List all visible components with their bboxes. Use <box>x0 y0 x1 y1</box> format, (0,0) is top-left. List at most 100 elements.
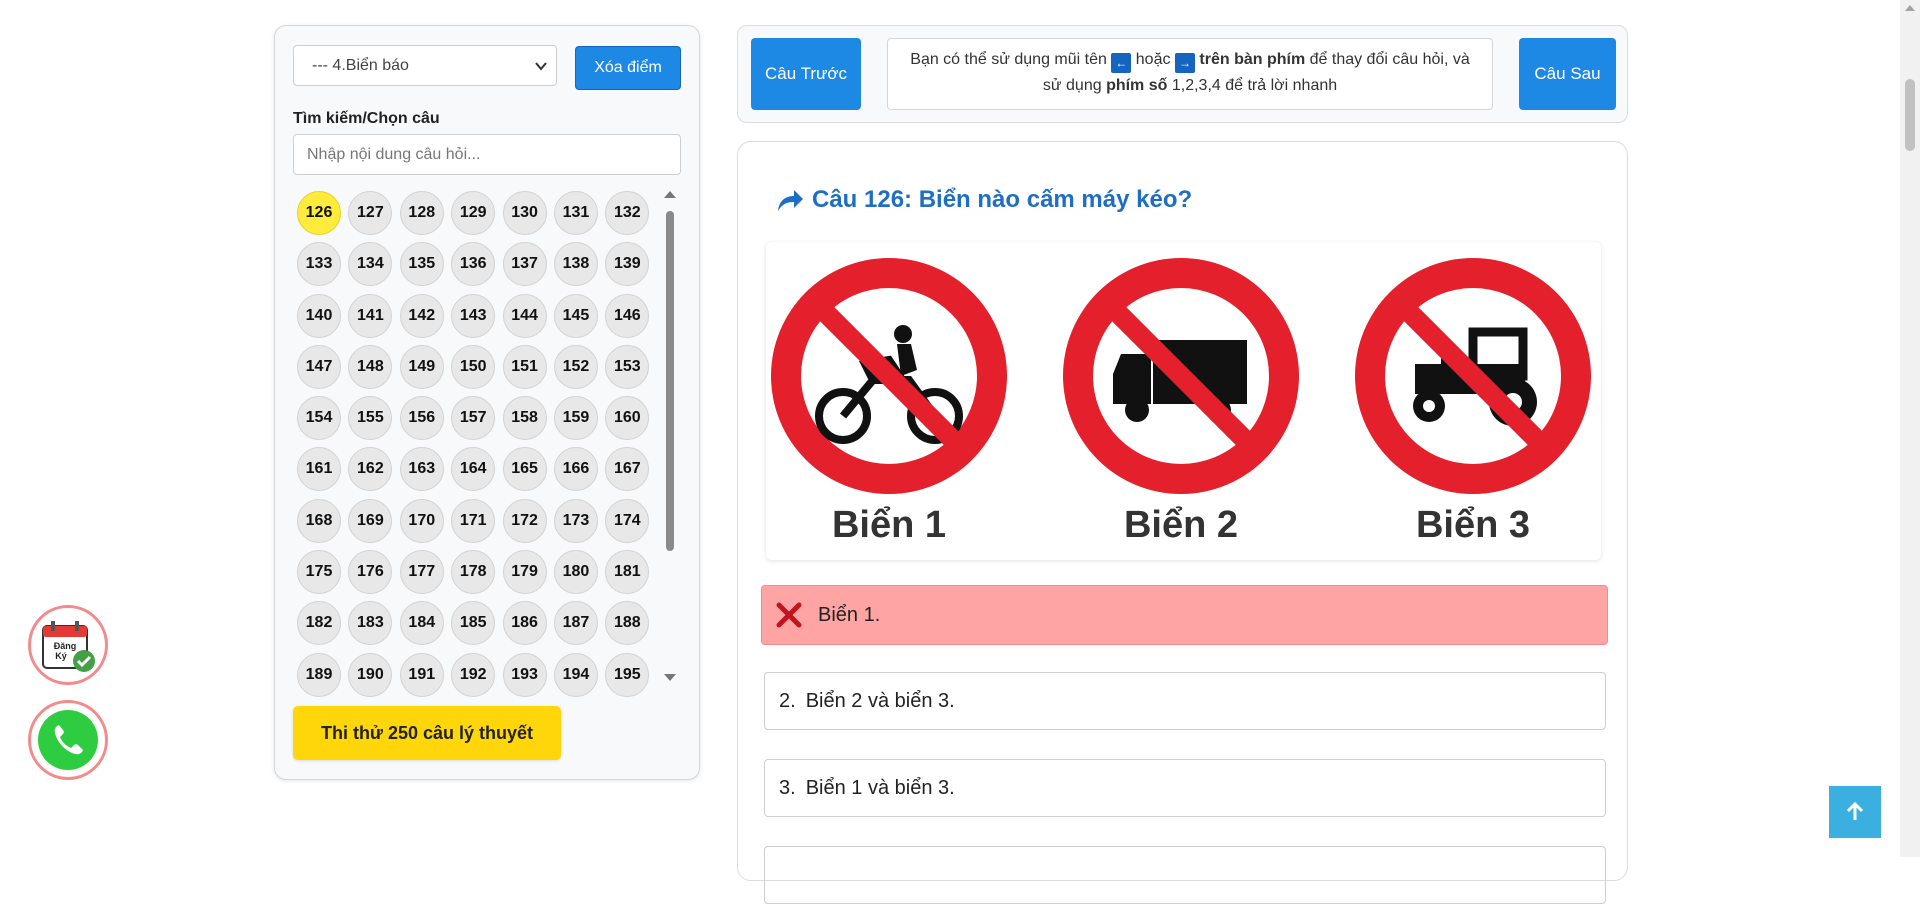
question-number-button[interactable]: 142 <box>399 293 444 338</box>
question-number-button[interactable]: 147 <box>297 344 341 389</box>
question-number-button[interactable]: 185 <box>451 601 496 646</box>
question-number-button[interactable]: 150 <box>451 344 496 389</box>
question-number-button[interactable]: 179 <box>502 550 547 595</box>
question-number-button[interactable]: 180 <box>553 550 598 595</box>
question-number-button[interactable]: 170 <box>399 498 444 543</box>
question-number-button[interactable]: 191 <box>399 652 444 697</box>
question-number-button[interactable]: 184 <box>399 601 444 646</box>
hint-or: hoặc <box>1135 51 1171 68</box>
question-number-button[interactable]: 132 <box>605 191 650 235</box>
page-scrollbar-thumb[interactable] <box>1905 79 1915 151</box>
question-number-button[interactable]: 127 <box>348 191 393 235</box>
question-number-button[interactable]: 129 <box>451 191 496 235</box>
question-number-button[interactable]: 135 <box>399 242 444 287</box>
question-number-button[interactable]: 138 <box>553 242 598 287</box>
answer-option-4[interactable] <box>764 846 1606 904</box>
question-number-button[interactable]: 159 <box>553 396 598 441</box>
question-number-button[interactable]: 177 <box>399 550 444 595</box>
question-number-button[interactable]: 188 <box>605 601 650 646</box>
register-float-button[interactable]: Đăng Ký <box>28 605 108 685</box>
search-input[interactable] <box>293 134 681 175</box>
question-number-button[interactable]: 195 <box>605 652 650 697</box>
question-number-button[interactable]: 167 <box>605 447 650 492</box>
question-number-button[interactable]: 157 <box>451 396 496 441</box>
hint-text-4: 1,2,3,4 để trả lời nhanh <box>1171 77 1338 94</box>
question-number-button[interactable]: 145 <box>553 293 598 338</box>
question-grid-scrollbar[interactable] <box>663 191 677 681</box>
question-number-button[interactable]: 187 <box>553 601 598 646</box>
answer-number: 2. <box>779 689 796 712</box>
question-number-button[interactable]: 190 <box>348 652 393 697</box>
question-number-button[interactable]: 154 <box>297 396 341 441</box>
page-scroll-up-icon[interactable] <box>1905 5 1915 11</box>
question-number-button[interactable]: 173 <box>553 498 598 543</box>
question-number-button[interactable]: 194 <box>553 652 598 697</box>
scroll-down-arrow-icon[interactable] <box>664 674 676 681</box>
page-scrollbar[interactable] <box>1900 0 1920 857</box>
clear-score-button[interactable]: Xóa điểm <box>575 46 681 90</box>
question-number-button[interactable]: 126 <box>297 191 341 235</box>
question-number-button[interactable]: 171 <box>451 498 496 543</box>
question-number-button[interactable]: 175 <box>297 550 341 595</box>
answer-option-1[interactable]: Biển 1. <box>761 585 1608 645</box>
question-number-button[interactable]: 141 <box>348 293 393 338</box>
question-number-button[interactable]: 181 <box>605 550 650 595</box>
question-number-button[interactable]: 192 <box>451 652 496 697</box>
answer-option-2[interactable]: 2. Biển 2 và biển 3. <box>764 672 1606 730</box>
question-number-button[interactable]: 160 <box>605 396 650 441</box>
call-float-button[interactable] <box>28 700 108 780</box>
question-number-button[interactable]: 162 <box>348 447 393 492</box>
question-number-button[interactable]: 164 <box>451 447 496 492</box>
question-number-button[interactable]: 176 <box>348 550 393 595</box>
answer-text: Biển 1 và biển 3. <box>805 776 955 799</box>
question-number-button[interactable]: 178 <box>451 550 496 595</box>
question-number-button[interactable]: 144 <box>502 293 547 338</box>
question-number-button[interactable]: 133 <box>297 242 341 287</box>
question-number-button[interactable]: 163 <box>399 447 444 492</box>
back-to-top-button[interactable] <box>1829 786 1881 838</box>
arrow-up-icon <box>1846 802 1864 820</box>
question-number-button[interactable]: 186 <box>502 601 547 646</box>
question-number-button[interactable]: 161 <box>297 447 341 492</box>
question-number-button[interactable]: 156 <box>399 396 444 441</box>
practice-exam-button[interactable]: Thi thử 250 câu lý thuyết <box>293 706 561 760</box>
no-motorcycle-sign-icon <box>771 258 1007 494</box>
question-number-button[interactable]: 134 <box>348 242 393 287</box>
question-number-button[interactable]: 193 <box>502 652 547 697</box>
question-number-button[interactable]: 128 <box>399 191 444 235</box>
hint-text-1: Bạn có thể sử dụng mũi tên <box>910 51 1107 68</box>
question-number-button[interactable]: 136 <box>451 242 496 287</box>
question-number-button[interactable]: 148 <box>348 344 393 389</box>
scrollbar-thumb[interactable] <box>666 211 674 551</box>
question-number-button[interactable]: 152 <box>553 344 598 389</box>
question-title: Câu 126: Biển nào cấm máy kéo? <box>776 186 1192 214</box>
sign-1-label: Biển 1 <box>831 504 947 546</box>
question-number-button[interactable]: 153 <box>605 344 650 389</box>
scroll-up-arrow-icon[interactable] <box>664 191 676 198</box>
question-number-button[interactable]: 174 <box>605 498 650 543</box>
question-number-button[interactable]: 166 <box>553 447 598 492</box>
question-number-button[interactable]: 168 <box>297 498 341 543</box>
question-number-button[interactable]: 137 <box>502 242 547 287</box>
next-question-button[interactable]: Câu Sau <box>1519 38 1616 110</box>
question-number-button[interactable]: 172 <box>502 498 547 543</box>
question-number-button[interactable]: 169 <box>348 498 393 543</box>
hint-text-3: sử dụng <box>1042 77 1102 94</box>
question-number-button[interactable]: 131 <box>553 191 598 235</box>
question-number-button[interactable]: 183 <box>348 601 393 646</box>
question-number-button[interactable]: 165 <box>502 447 547 492</box>
question-number-button[interactable]: 143 <box>451 293 496 338</box>
question-number-button[interactable]: 158 <box>502 396 547 441</box>
prev-question-button[interactable]: Câu Trước <box>751 38 861 110</box>
question-number-button[interactable]: 149 <box>399 344 444 389</box>
question-number-button[interactable]: 182 <box>297 601 341 646</box>
topic-select[interactable]: --- 4.Biển báo <box>293 45 557 86</box>
question-number-button[interactable]: 146 <box>605 293 650 338</box>
question-number-button[interactable]: 130 <box>502 191 547 235</box>
question-number-button[interactable]: 151 <box>502 344 547 389</box>
question-number-button[interactable]: 139 <box>605 242 650 287</box>
question-number-button[interactable]: 189 <box>297 652 341 697</box>
question-number-button[interactable]: 155 <box>348 396 393 441</box>
question-number-button[interactable]: 140 <box>297 293 341 338</box>
answer-option-3[interactable]: 3. Biển 1 và biển 3. <box>764 759 1606 817</box>
